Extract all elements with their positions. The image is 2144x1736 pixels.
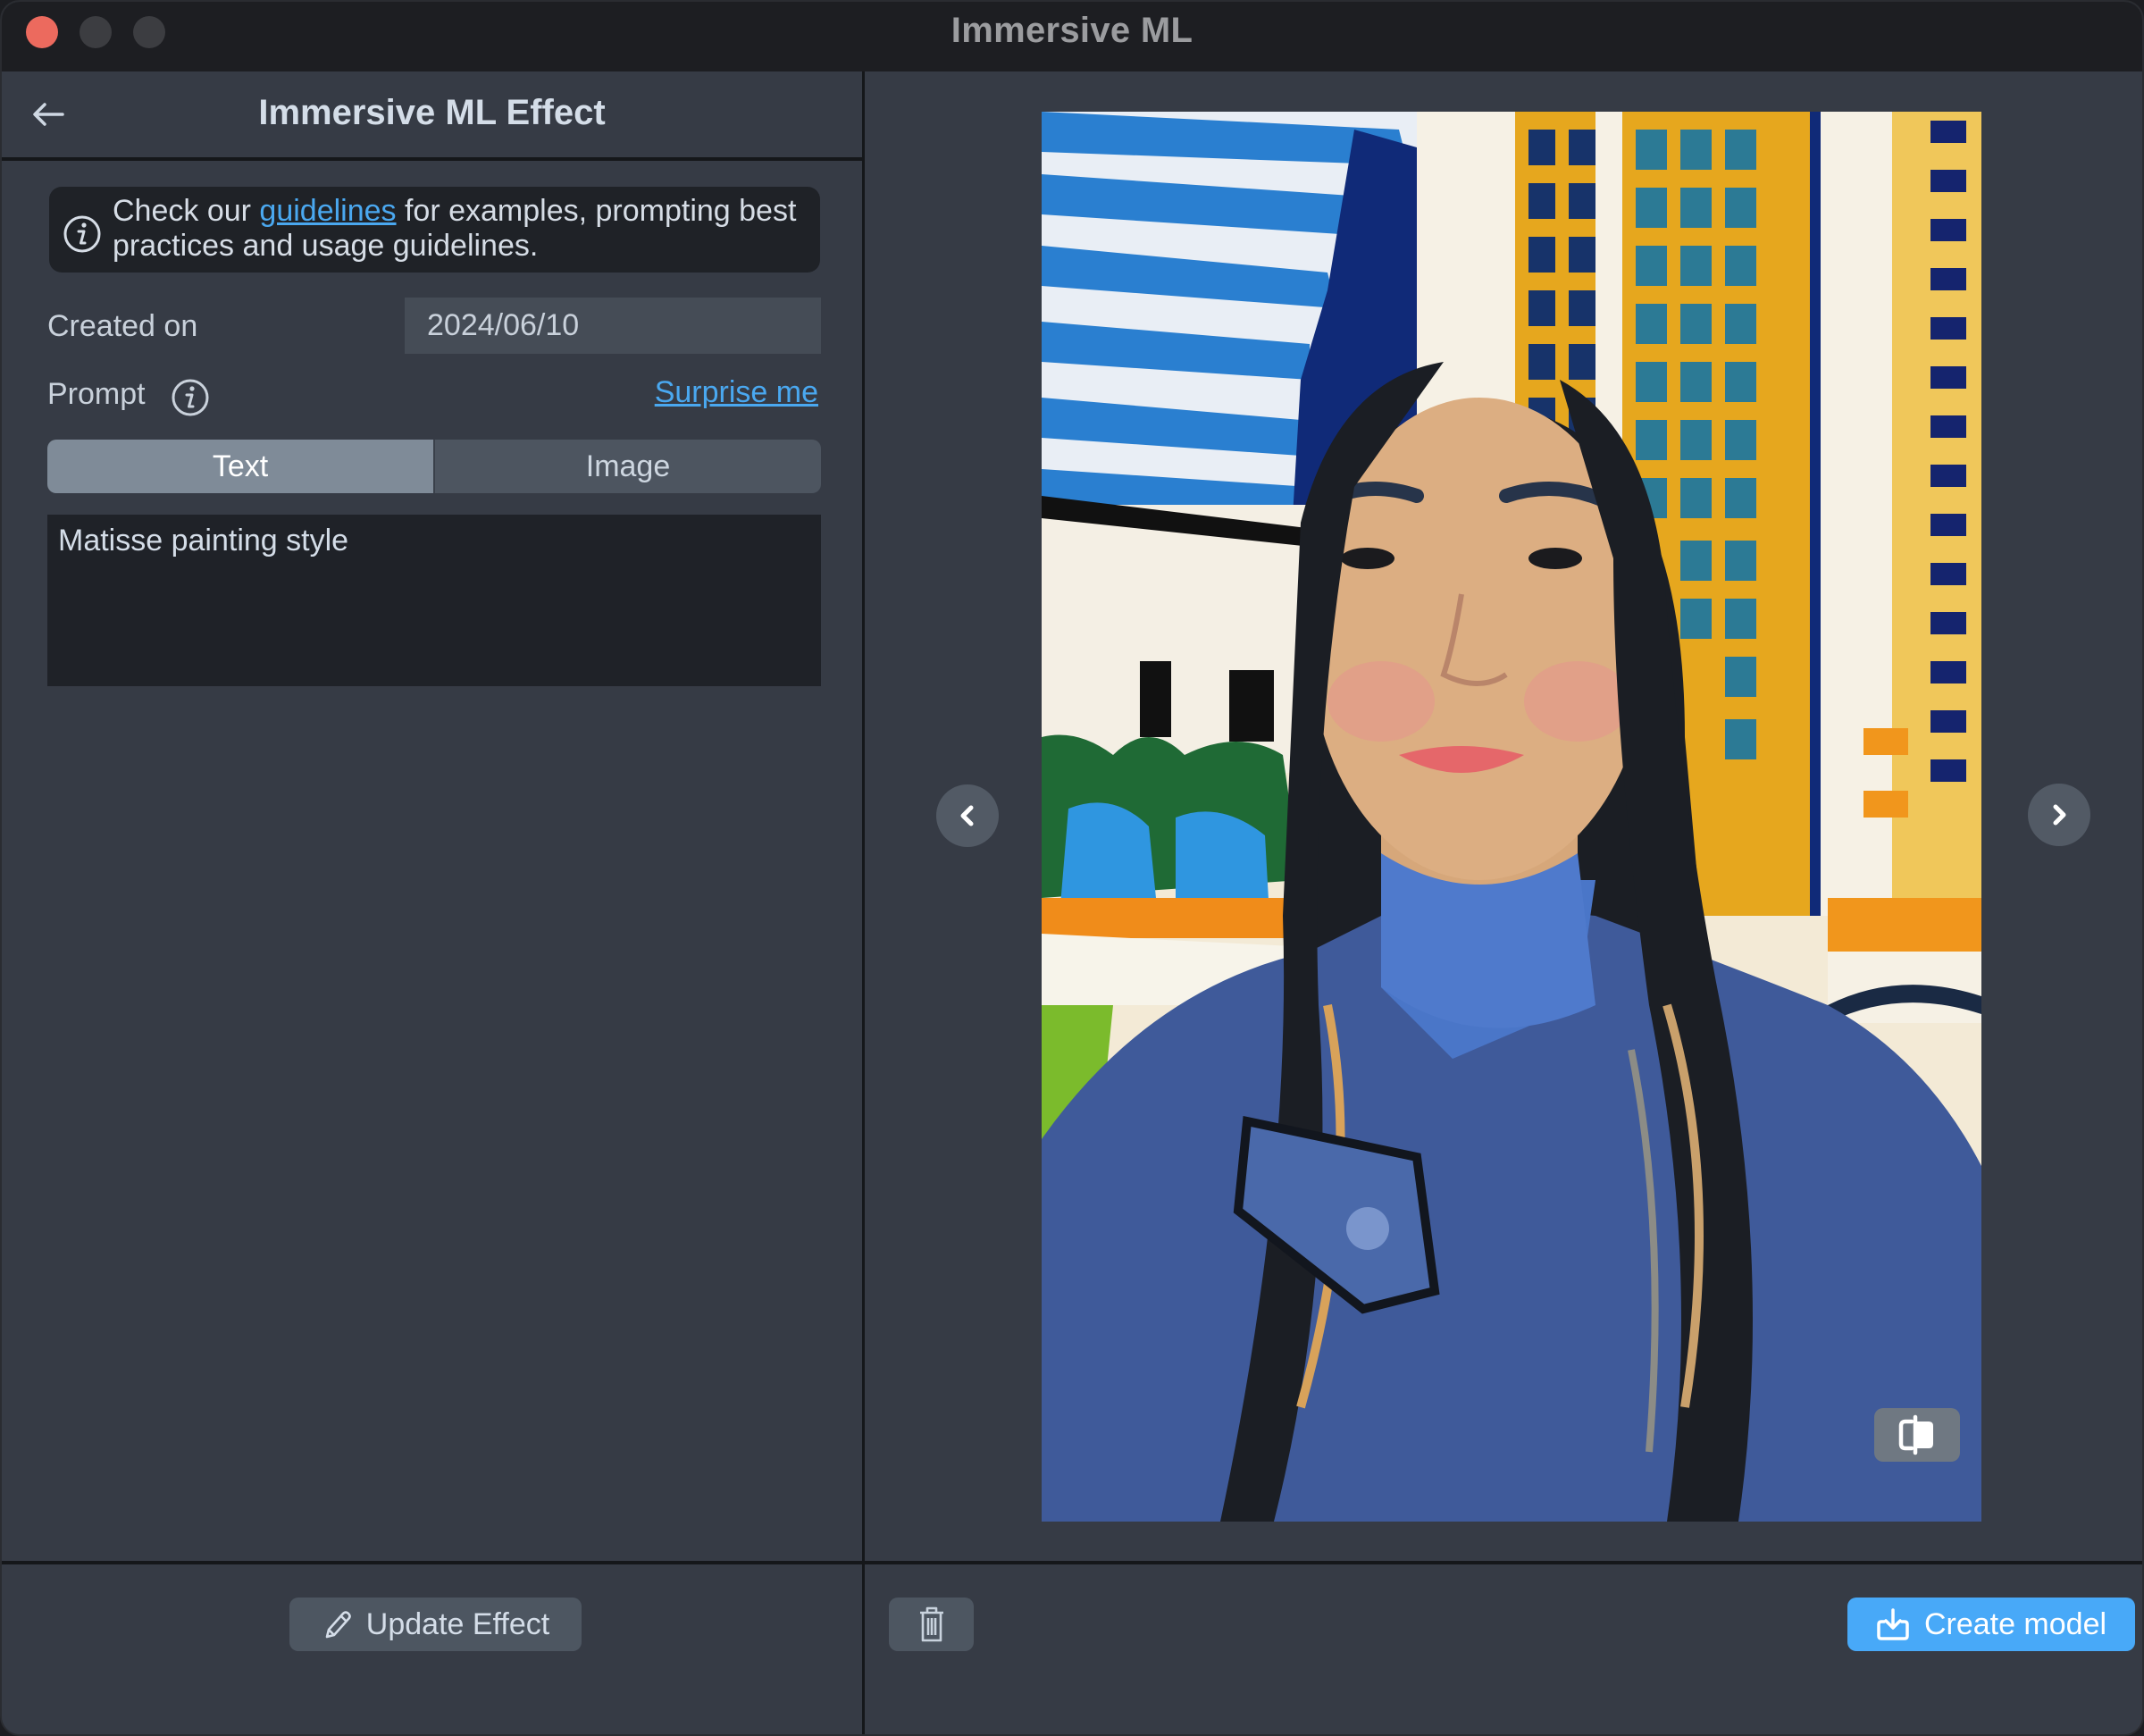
window-title: Immersive ML [951, 11, 1193, 50]
compare-split-icon [1898, 1414, 1933, 1455]
effect-settings-panel: Immersive ML Effect Check our guidelines… [2, 71, 865, 1734]
created-on-field: 2024/06/10 [405, 298, 821, 354]
info-icon [63, 215, 101, 253]
title-bar: Immersive ML [2, 2, 2142, 72]
preview-painting [1042, 112, 1981, 1522]
right-footer: Create model [865, 1561, 2142, 1734]
create-model-button[interactable]: Create model [1847, 1598, 2135, 1651]
panel-title: Immersive ML Effect [258, 93, 606, 132]
download-tray-icon [1877, 1608, 1909, 1640]
update-effect-label: Update Effect [365, 1606, 550, 1641]
update-effect-button[interactable]: Update Effect [289, 1598, 582, 1651]
trash-icon [919, 1606, 943, 1642]
prompt-label: Prompt [47, 377, 146, 411]
created-on-label: Created on [47, 309, 198, 343]
app-window: Immersive ML Immersive ML Effect Check o… [0, 0, 2144, 1736]
compare-toggle-button[interactable] [1874, 1408, 1960, 1462]
delete-button[interactable] [889, 1598, 974, 1651]
guidelines-link[interactable]: guidelines [259, 194, 396, 228]
guidelines-info-box: Check our guidelines for examples, promp… [49, 187, 820, 273]
create-model-label: Create model [1923, 1606, 2107, 1641]
prompt-type-tabs: Text Image [47, 440, 821, 493]
surprise-me-link[interactable]: Surprise me [655, 375, 818, 410]
tab-text[interactable]: Text [47, 440, 435, 493]
preview-panel: Create model [865, 71, 2142, 1734]
guidelines-info-text: Check our guidelines for examples, promp… [113, 194, 802, 264]
tab-image[interactable]: Image [435, 440, 821, 493]
prompt-info-icon[interactable] [170, 377, 211, 418]
info-text-prefix: Check our [113, 194, 260, 228]
pencil-icon [325, 1611, 351, 1639]
chevron-right-icon [2053, 804, 2066, 826]
prompt-input[interactable] [47, 515, 821, 686]
next-image-button[interactable] [2028, 784, 2090, 846]
chevron-left-icon [960, 805, 974, 826]
left-footer: Update Effect [2, 1561, 862, 1734]
effect-preview-image [1042, 112, 1981, 1522]
previous-image-button[interactable] [936, 784, 999, 847]
panel-header: Immersive ML Effect [2, 71, 862, 161]
